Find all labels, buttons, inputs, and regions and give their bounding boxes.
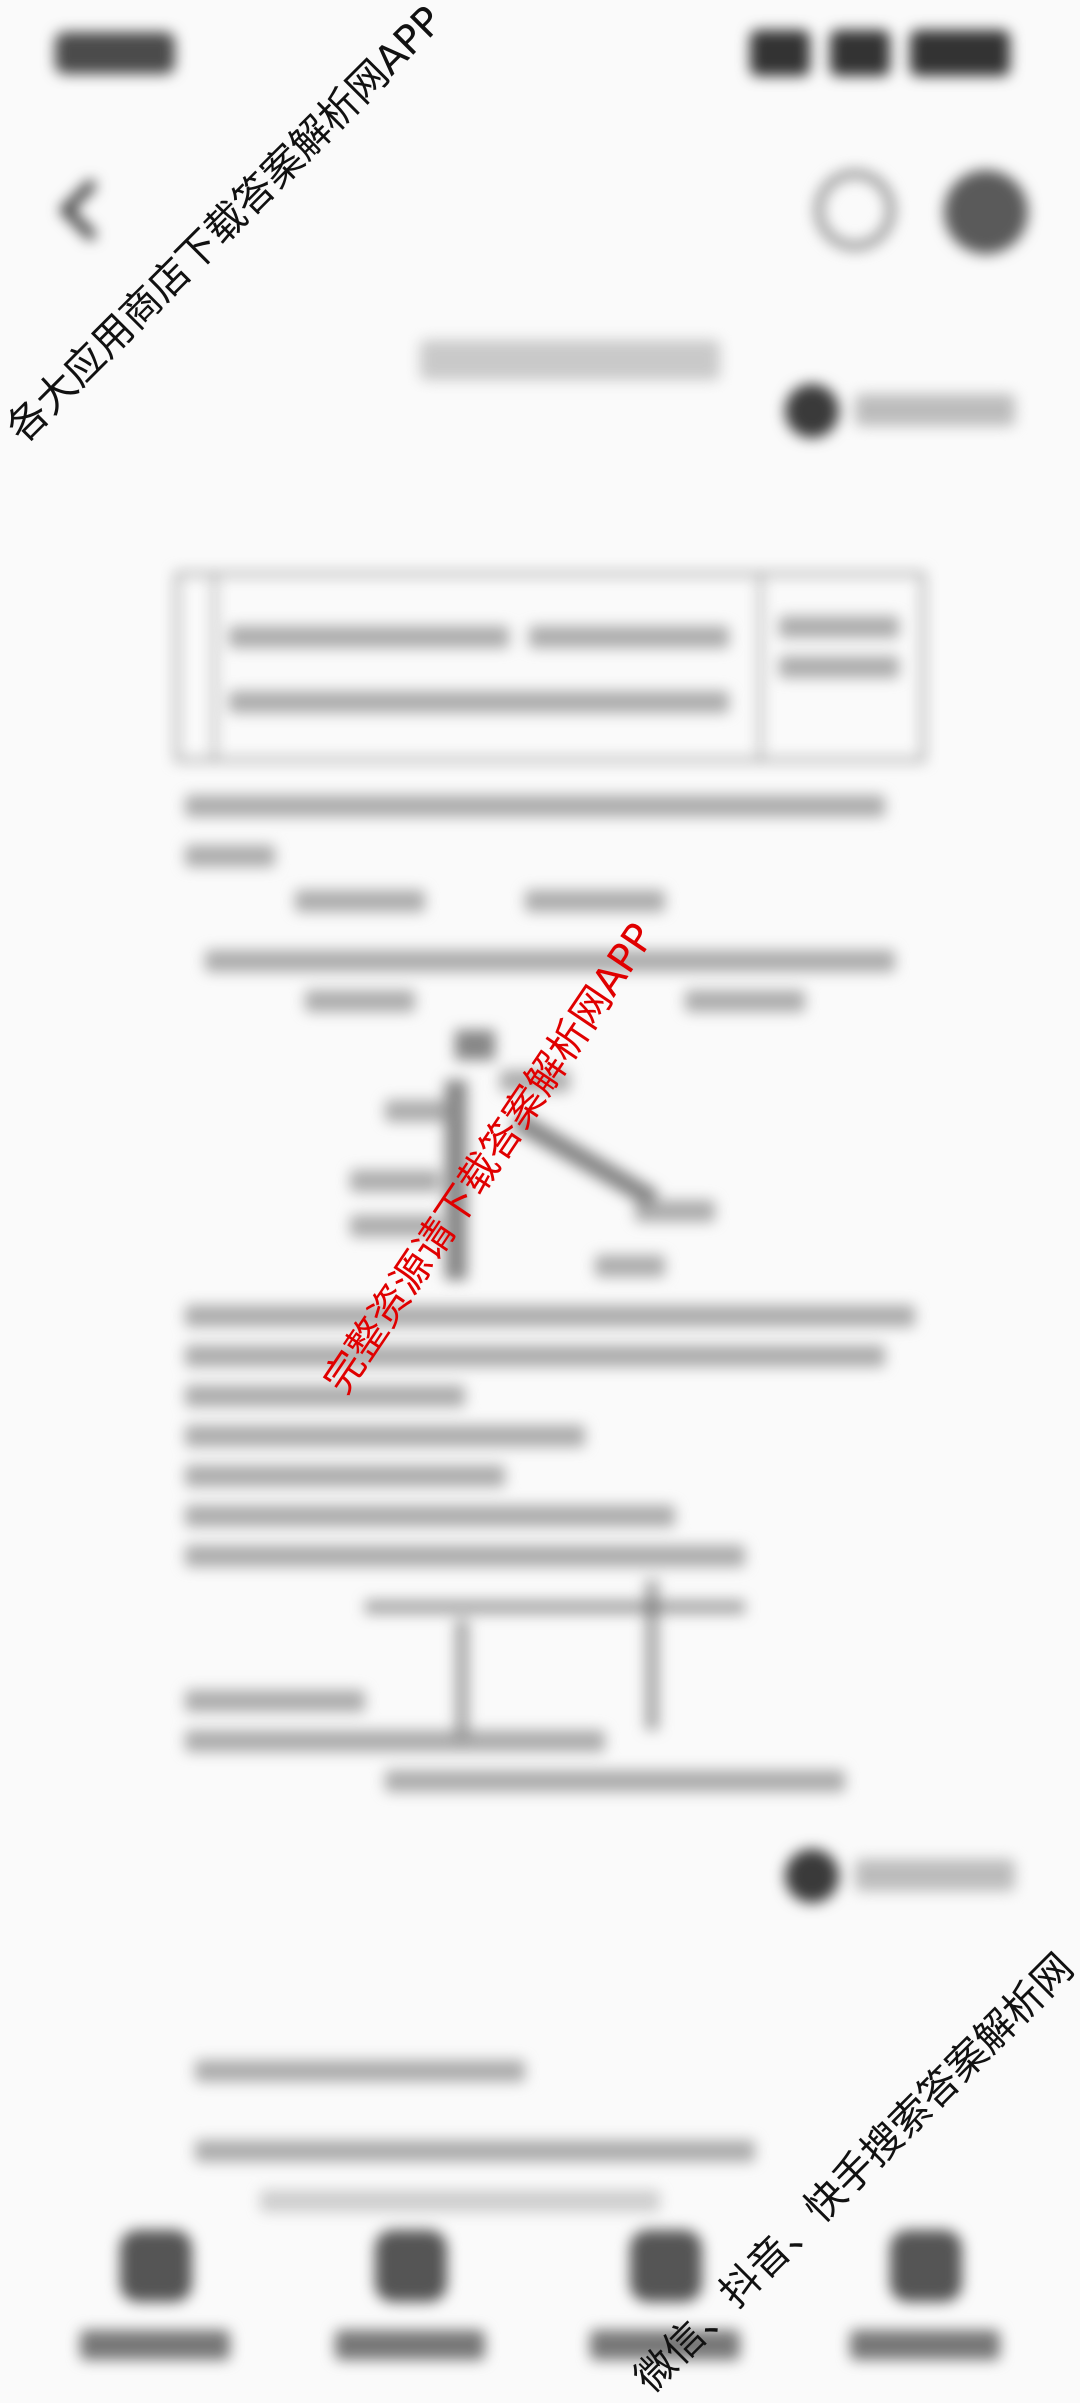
answer-table <box>175 572 925 762</box>
second-page-chip[interactable] <box>785 1845 1025 1905</box>
tab-book[interactable] <box>325 2230 495 2380</box>
book-icon <box>375 2230 447 2302</box>
document-page <box>175 560 925 1810</box>
profile-icon <box>890 2230 962 2302</box>
page-chip[interactable] <box>785 380 1025 440</box>
tab-profile-label <box>850 2330 1000 2360</box>
menu-button[interactable] <box>944 170 1028 254</box>
tab-home[interactable] <box>70 2230 240 2380</box>
battery-icon <box>910 30 1010 76</box>
bottom-tab-bar <box>0 2200 1080 2400</box>
second-chip-icon <box>785 1849 839 1903</box>
tab-home-label <box>80 2330 230 2360</box>
status-time <box>55 32 175 74</box>
signal-icon <box>750 30 810 76</box>
page-chip-icon <box>785 384 839 438</box>
tab-book-label <box>335 2330 485 2360</box>
status-icons <box>750 30 1010 76</box>
home-icon <box>120 2230 192 2302</box>
history-button[interactable] <box>815 170 895 250</box>
tab-profile[interactable] <box>840 2230 1010 2380</box>
wifi-icon <box>830 30 890 76</box>
page-chip-label <box>855 394 1015 426</box>
blurred-content <box>0 0 1080 2400</box>
status-bar <box>0 0 1080 110</box>
back-button[interactable] <box>58 180 130 240</box>
second-chip-label <box>855 1859 1015 1891</box>
page-title <box>420 340 720 380</box>
